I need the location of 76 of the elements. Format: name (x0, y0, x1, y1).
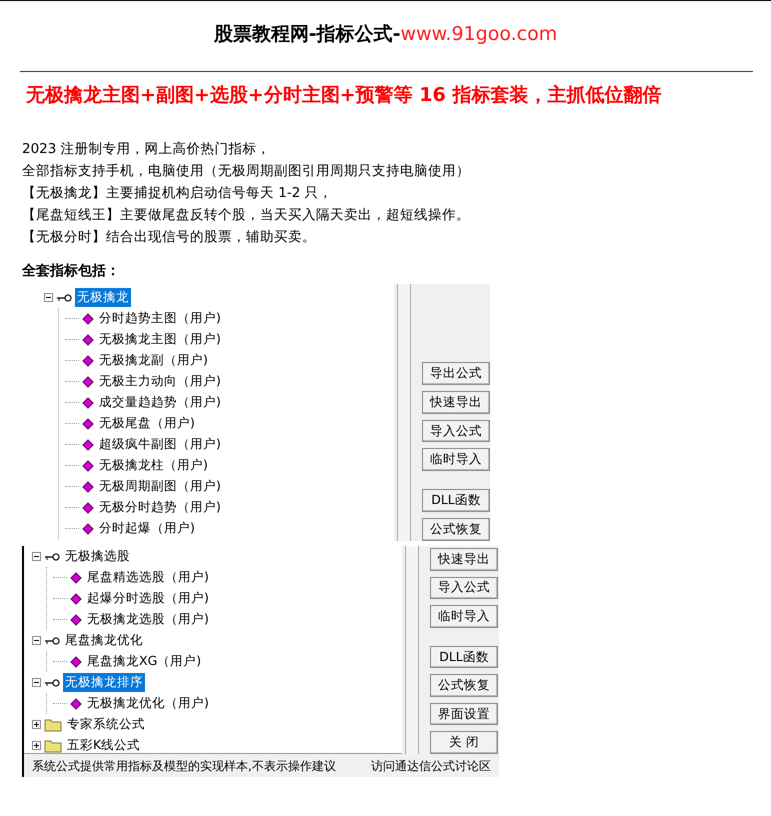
dialog-button[interactable]: 导出公式 (422, 362, 490, 385)
key-icon (44, 552, 60, 562)
site-url[interactable]: www.91goo.com (400, 23, 558, 45)
key-icon (56, 292, 72, 302)
diamond-icon (82, 396, 94, 408)
tree-item[interactable]: 无极擒龙副（用户) (97, 351, 210, 370)
status-text: 系统公式提供常用指标及模型的实现样本,不表示操作建议 (32, 758, 336, 774)
diamond-icon (82, 502, 94, 514)
status-text: 访问通达信公式讨论区 (371, 758, 491, 774)
dialog-button[interactable]: 快速导出 (430, 548, 498, 571)
diamond-icon (70, 592, 82, 604)
tree-item[interactable]: 无极擒选股 (63, 547, 132, 566)
dialog-button[interactable]: 公式恢复 (430, 674, 498, 697)
tree-item[interactable]: 超级疯牛副图（用户) (97, 435, 223, 454)
scrollbar[interactable] (405, 546, 419, 754)
tree-item[interactable]: 无极擒龙主图（用户) (97, 330, 223, 349)
tree-item[interactable]: 无极擒龙柱（用户) (97, 456, 210, 475)
diamond-icon (70, 656, 82, 668)
tree-item[interactable]: 专家系统公式 (65, 715, 147, 734)
tree-item[interactable]: 无极擒龙优化（用户) (85, 694, 211, 713)
tree-item[interactable]: 无极分时趋势（用户) (97, 498, 223, 517)
diamond-icon (82, 418, 94, 430)
dialog-button[interactable]: 快速导出 (422, 390, 490, 414)
dialog-button[interactable]: 公式恢复 (422, 518, 490, 541)
diamond-icon (82, 334, 94, 346)
tree-item[interactable]: 成交量趋趋势（用户) (97, 393, 223, 412)
diamond-icon (82, 460, 94, 472)
tree-item[interactable]: 无极擒龙排序 (63, 673, 145, 692)
diamond-icon (82, 354, 94, 366)
key-icon (44, 636, 60, 646)
expand-icon[interactable] (32, 741, 41, 750)
tree-item[interactable]: 分时趋势主图（用户) (97, 309, 223, 328)
dialog-button[interactable]: 界面设置 (430, 702, 498, 726)
intro-line: 【尾盘短线王】主要做尾盘反转个股，当天买入隔天卖出，超短线操作。 (22, 206, 471, 225)
diamond-icon (82, 312, 94, 324)
site-title: 股票教程网-指标公式- (214, 23, 401, 45)
diamond-icon (82, 522, 94, 534)
collapse-icon[interactable] (32, 678, 41, 687)
dialog-button[interactable]: DLL函数 (422, 489, 490, 512)
collapse-icon[interactable] (44, 293, 53, 302)
diamond-icon (82, 480, 94, 492)
dialog-button[interactable]: 导入公式 (430, 576, 498, 600)
diamond-icon (82, 376, 94, 388)
folder-icon (44, 738, 62, 752)
expand-icon[interactable] (32, 720, 41, 729)
diamond-icon (70, 572, 82, 584)
scrollbar[interactable] (397, 284, 411, 541)
intro-line: 全部指标支持手机，电脑使用（无极周期副图引用周期只支持电脑使用） (22, 162, 471, 181)
tree-item[interactable]: 无极周期副图（用户) (97, 477, 223, 496)
section-heading: 全套指标包括： (22, 262, 121, 280)
tree-item[interactable]: 尾盘精选选股（用户) (85, 568, 211, 587)
tree-item[interactable]: 无极擒龙 (75, 288, 131, 307)
collapse-icon[interactable] (32, 636, 41, 645)
intro-line: 2023 注册制专用，网上高价热门指标， (22, 140, 272, 159)
headline: 无极擒龙主图+副图+选股+分时主图+预警等 16 指标套装，主抓低位翻倍 (26, 83, 662, 108)
dialog-button[interactable]: DLL函数 (430, 646, 498, 668)
diamond-icon (70, 614, 82, 626)
tree-item[interactable]: 无极主力动向（用户) (97, 372, 223, 391)
tree-item[interactable]: 无极尾盘（用户) (97, 414, 197, 433)
dialog-button[interactable]: 临时导入 (422, 448, 490, 472)
tree-item[interactable]: 五彩K线公式 (65, 736, 142, 753)
diamond-icon (70, 698, 82, 710)
tree-item[interactable]: 起爆分时选股（用户) (85, 589, 211, 608)
tree-item[interactable]: 无极擒龙选股（用户) (85, 610, 211, 629)
intro-line: 【无极擒龙】主要捕捉机构启动信号每天 1-2 只， (22, 184, 334, 203)
diamond-icon (82, 438, 94, 450)
tree-item[interactable]: 尾盘擒龙优化 (63, 631, 145, 650)
dialog-button[interactable]: 导入公式 (422, 420, 490, 442)
collapse-icon[interactable] (32, 552, 41, 561)
key-icon (44, 678, 60, 688)
intro-line: 【无极分时】结合出现信号的股票，辅助买卖。 (22, 228, 317, 247)
folder-icon (44, 718, 62, 732)
dialog-button[interactable]: 临时导入 (430, 605, 498, 628)
dialog-button[interactable]: 关 闭 (430, 731, 498, 754)
tree-item[interactable]: 分时起爆（用户) (97, 519, 197, 538)
tree-item[interactable]: 尾盘擒龙XG（用户) (85, 652, 204, 671)
